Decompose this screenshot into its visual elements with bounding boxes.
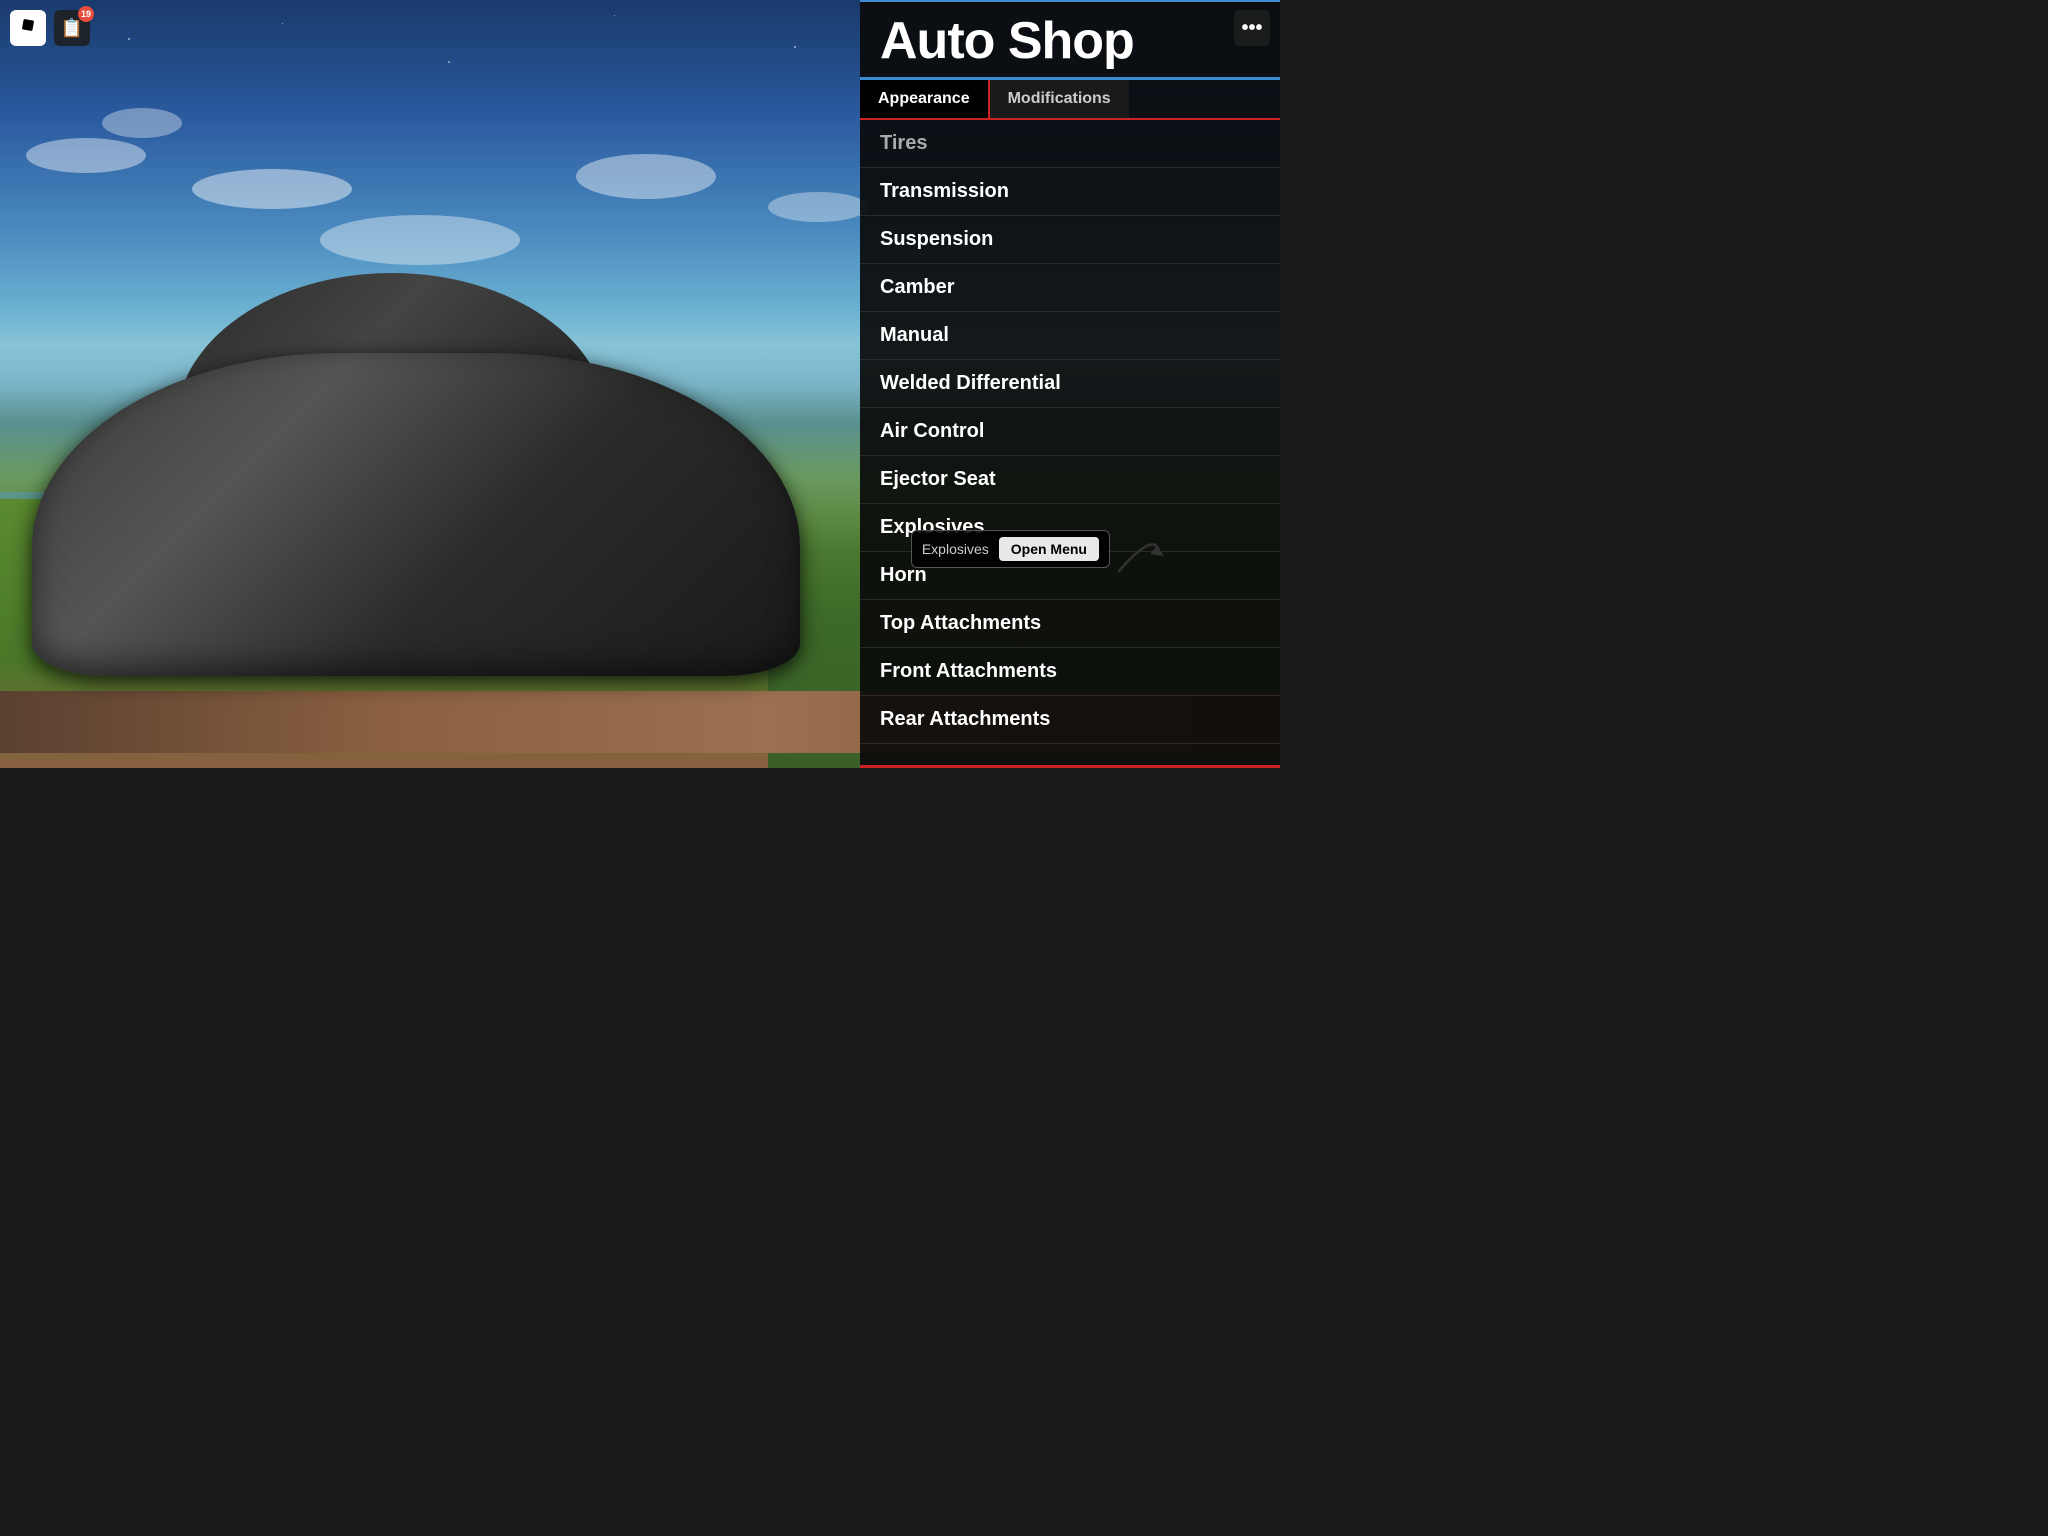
menu-item-manual[interactable]: Manual [860,312,1280,360]
panel-title: Auto Shop [880,15,1260,67]
notification-icon: 📋 [61,18,83,39]
menu-item-tires[interactable]: Tires [860,120,1280,168]
menu-list: Tires Transmission Suspension Camber Man… [860,120,1280,748]
menu-item-camber[interactable]: Camber [860,264,1280,312]
menu-item-suspension[interactable]: Suspension [860,216,1280,264]
open-menu-button[interactable]: Open Menu [999,537,1099,561]
menu-item-rear-attachments[interactable]: Rear Attachments [860,696,1280,744]
car-body [32,353,800,676]
top-right-hud: ••• [1234,10,1270,46]
bottom-accent-line [860,765,1280,768]
menu-item-air-control[interactable]: Air Control [860,408,1280,456]
menu-item-alarms[interactable]: Alarms [860,744,1280,748]
ellipsis-icon: ••• [1241,17,1262,40]
popup-arrow-decoration [1114,526,1164,576]
menu-item-front-attachments[interactable]: Front Attachments [860,648,1280,696]
explosives-popup: Explosives Open Menu [911,530,1110,568]
popup-explosives-label: Explosives [922,541,989,557]
notification-badge: 19 [78,6,94,22]
tab-modifications[interactable]: Modifications [990,80,1129,118]
car-model [0,192,896,730]
nav-tabs: Appearance Modifications [860,80,1280,120]
roblox-logo[interactable] [10,10,46,46]
top-left-hud: 📋 19 [10,10,90,46]
panel-header: Auto Shop [860,0,1280,80]
notification-button[interactable]: 📋 19 [54,10,90,46]
menu-item-ejector-seat[interactable]: Ejector Seat [860,456,1280,504]
menu-item-top-attachments[interactable]: Top Attachments [860,600,1280,648]
menu-item-transmission[interactable]: Transmission [860,168,1280,216]
menu-button[interactable]: ••• [1234,10,1270,46]
tab-appearance[interactable]: Appearance [860,80,988,118]
auto-shop-panel: Auto Shop Appearance Modifications Tires… [860,0,1280,768]
menu-item-welded-differential[interactable]: Welded Differential [860,360,1280,408]
